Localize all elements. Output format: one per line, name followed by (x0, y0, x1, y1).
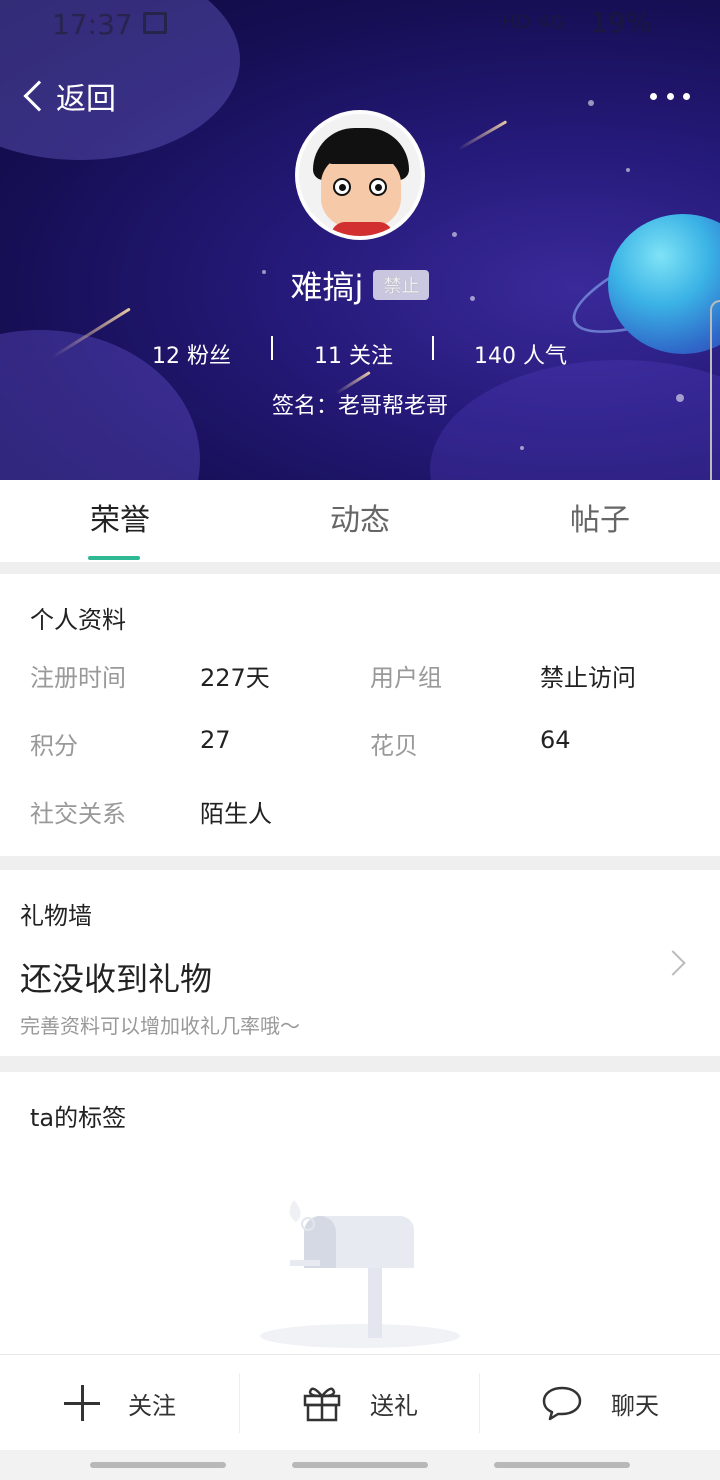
tab-posts[interactable]: 帖子 (480, 480, 720, 562)
header-decor (430, 360, 720, 480)
stat-divider (271, 336, 273, 360)
back-button[interactable]: 返回 (18, 74, 116, 118)
network-indicator: HD 4G (502, 12, 566, 33)
register-label: 注册时间 (30, 664, 126, 692)
plus-icon (64, 1385, 100, 1421)
signature-label: 签名： (271, 394, 338, 419)
nav-back-button[interactable] (494, 1462, 630, 1468)
active-tab-indicator (88, 556, 140, 560)
follow-button[interactable]: 关注 (0, 1355, 240, 1451)
username-row: 难搞j 禁止 (0, 262, 720, 308)
star-decor (520, 446, 524, 450)
tab-honor[interactable]: 荣誉 (0, 480, 240, 562)
chevron-right-icon (660, 950, 686, 976)
social-value: 陌生人 (200, 800, 272, 828)
chat-bubble-icon (542, 1386, 582, 1421)
nav-recent-button[interactable] (90, 1462, 226, 1468)
back-label: 返回 (56, 82, 116, 117)
status-badge: 禁止 (373, 270, 430, 300)
gift-hint: 完善资料可以增加收礼几率哦～ (20, 1014, 300, 1038)
tab-activity[interactable]: 动态 (240, 480, 480, 562)
meteor-decor (457, 120, 508, 151)
more-options-button[interactable] (650, 86, 690, 106)
gift-label: 送礼 (370, 1391, 418, 1420)
stat-popularity: 140 人气 (474, 344, 568, 369)
bottom-action-bar: 关注 送礼 聊天 (0, 1354, 720, 1450)
status-bar: 17:37 HD 4G 19% (0, 0, 720, 50)
system-nav-bar (0, 1450, 720, 1480)
group-label: 用户组 (370, 664, 442, 692)
group-value: 禁止访问 (540, 664, 636, 692)
social-label: 社交关系 (30, 800, 126, 828)
shells-label: 花贝 (370, 732, 418, 760)
gift-icon (303, 1387, 341, 1422)
tags-title: ta的标签 (30, 1104, 127, 1132)
star-decor (452, 232, 457, 237)
section-title: 个人资料 (30, 606, 126, 634)
chevron-left-icon (23, 80, 55, 112)
stat-fans[interactable]: 12 粉丝 (152, 338, 231, 370)
chat-button[interactable]: 聊天 (480, 1355, 720, 1451)
register-value: 227天 (200, 664, 270, 692)
stat-divider (432, 336, 434, 360)
gallery-notification-icon (143, 12, 167, 34)
star-decor (626, 168, 630, 172)
signature: 签名：老哥帮老哥 (0, 388, 720, 420)
chat-label: 聊天 (611, 1391, 659, 1420)
stats-row: 12 粉丝 11 关注 140 人气 (0, 334, 720, 370)
follow-label: 关注 (128, 1391, 176, 1420)
gift-wall-card[interactable]: 礼物墙 还没收到礼物 完善资料可以增加收礼几率哦～ (0, 870, 720, 1056)
gift-empty-text: 还没收到礼物 (20, 960, 213, 998)
empty-mailbox-icon (260, 1200, 460, 1348)
profile-info-card: 个人资料 注册时间 227天 用户组 禁止访问 积分 27 花贝 64 社交关系… (0, 574, 720, 856)
shells-value: 64 (540, 726, 571, 754)
status-time: 17:37 (52, 8, 133, 41)
gift-wall-title: 礼物墙 (20, 902, 92, 930)
points-value: 27 (200, 726, 231, 754)
send-gift-button[interactable]: 送礼 (240, 1355, 480, 1451)
username: 难搞j (290, 268, 364, 306)
more-dots-icon (650, 92, 657, 100)
battery-level: 19% (590, 6, 653, 39)
tags-card: ta的标签 (0, 1072, 720, 1354)
profile-tabs: 荣誉 动态 帖子 (0, 480, 720, 562)
points-label: 积分 (30, 732, 78, 760)
signature-text: 老哥帮老哥 (338, 394, 449, 419)
profile-header: 17:37 HD 4G 19% 返回 难搞j 禁止 12 粉丝 11 关注 14… (0, 0, 720, 480)
stat-following[interactable]: 11 关注 (314, 338, 393, 370)
nav-home-button[interactable] (292, 1462, 428, 1468)
avatar[interactable] (295, 110, 425, 240)
star-decor (588, 100, 594, 106)
